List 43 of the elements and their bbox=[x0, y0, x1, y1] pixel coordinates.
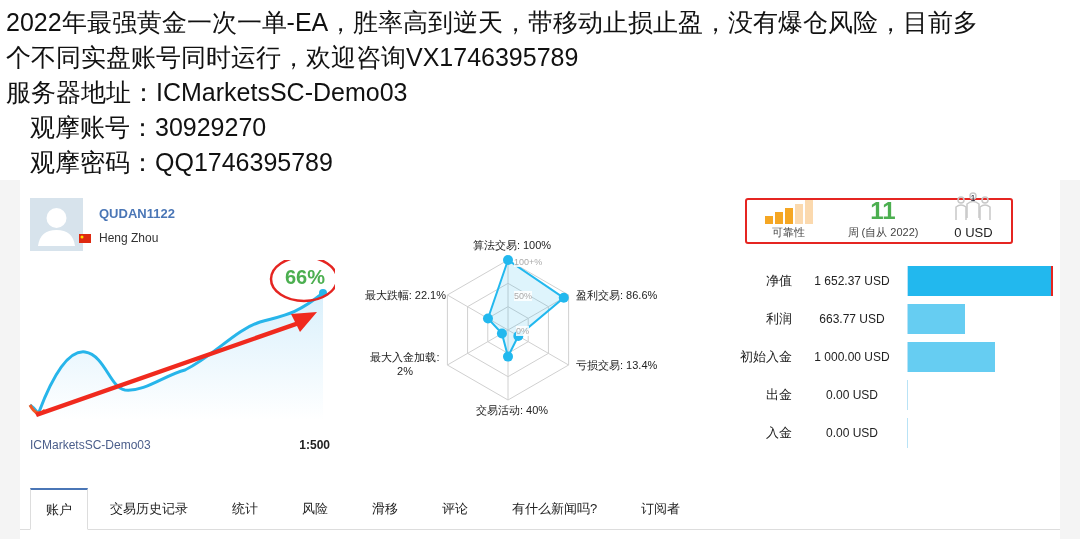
tab[interactable]: 交易历史记录 bbox=[88, 488, 210, 530]
tab[interactable]: 统计 bbox=[210, 488, 280, 530]
account-password: 观摩密码：QQ1746395789 bbox=[29, 147, 334, 178]
trader-name[interactable]: QUDAN1122 bbox=[99, 206, 175, 221]
stat-label: 利润 bbox=[765, 310, 792, 328]
stat-label: 出金 bbox=[765, 386, 792, 404]
tab[interactable]: 订阅者 bbox=[619, 488, 703, 530]
leverage: 1:500 bbox=[299, 438, 330, 452]
server-name: ICMarketsSC-Demo03 bbox=[30, 438, 151, 452]
radar-tick: 0% bbox=[516, 326, 529, 336]
gain-percent: 66% bbox=[284, 266, 326, 289]
stat-value: 1 000.00 USD bbox=[813, 350, 891, 364]
stat-label: 净值 bbox=[765, 272, 792, 290]
tab[interactable]: 滑移 bbox=[350, 488, 420, 530]
tab[interactable]: 账户 bbox=[30, 488, 88, 530]
radar-tick: 100+% bbox=[514, 257, 543, 267]
weeks-count: 11 bbox=[870, 198, 896, 224]
reliability-label: 可靠性 bbox=[772, 225, 805, 240]
stat-label: 初始入金 bbox=[739, 348, 792, 366]
tab[interactable]: 风险 bbox=[280, 488, 350, 530]
subscriber-count: 1 bbox=[970, 193, 976, 203]
radar-axis-label: 盈利交易: 86.6% bbox=[576, 288, 658, 303]
weeks-label: 周 (自从 2022) bbox=[847, 225, 919, 240]
radar-axis-label: 最大跌幅: 22.1% bbox=[363, 288, 446, 303]
stat-value: 0.00 USD bbox=[825, 426, 879, 440]
stat-value: 663.77 USD bbox=[818, 312, 886, 326]
radar-axis-label: 最大入金加载: 2% bbox=[369, 350, 441, 377]
tab[interactable]: 评论 bbox=[420, 488, 490, 530]
stat-label: 入金 bbox=[765, 424, 792, 442]
account-number: 观摩账号：30929270 bbox=[29, 112, 268, 143]
radar-axis-label: 交易活动: 40% bbox=[474, 403, 550, 418]
reliability-icon bbox=[764, 200, 813, 224]
flag-icon bbox=[79, 233, 91, 243]
server-address: 服务器地址：ICMarketsSC-Demo03 bbox=[6, 77, 409, 108]
trader-location: Heng Zhou bbox=[99, 231, 159, 245]
post-text: 2022年最强黄金一次一单-EA，胜率高到逆天，带移动止损止盈，没有爆仓风险，目前多个不同实盘账号同时运行，欢迎咨询VX1746395789 bbox=[6, 7, 980, 73]
radar-axis-label: 亏损交易: 13.4% bbox=[576, 358, 658, 373]
radar-axis-label: 算法交易: 100% bbox=[471, 238, 553, 253]
stat-value: 1 652.37 USD bbox=[813, 274, 891, 288]
stat-value: 0.00 USD bbox=[825, 388, 879, 402]
subscription-price: 0 USD bbox=[954, 225, 993, 240]
radar-tick: 50% bbox=[514, 291, 532, 301]
tab[interactable]: 有什么新闻吗? bbox=[490, 488, 620, 530]
